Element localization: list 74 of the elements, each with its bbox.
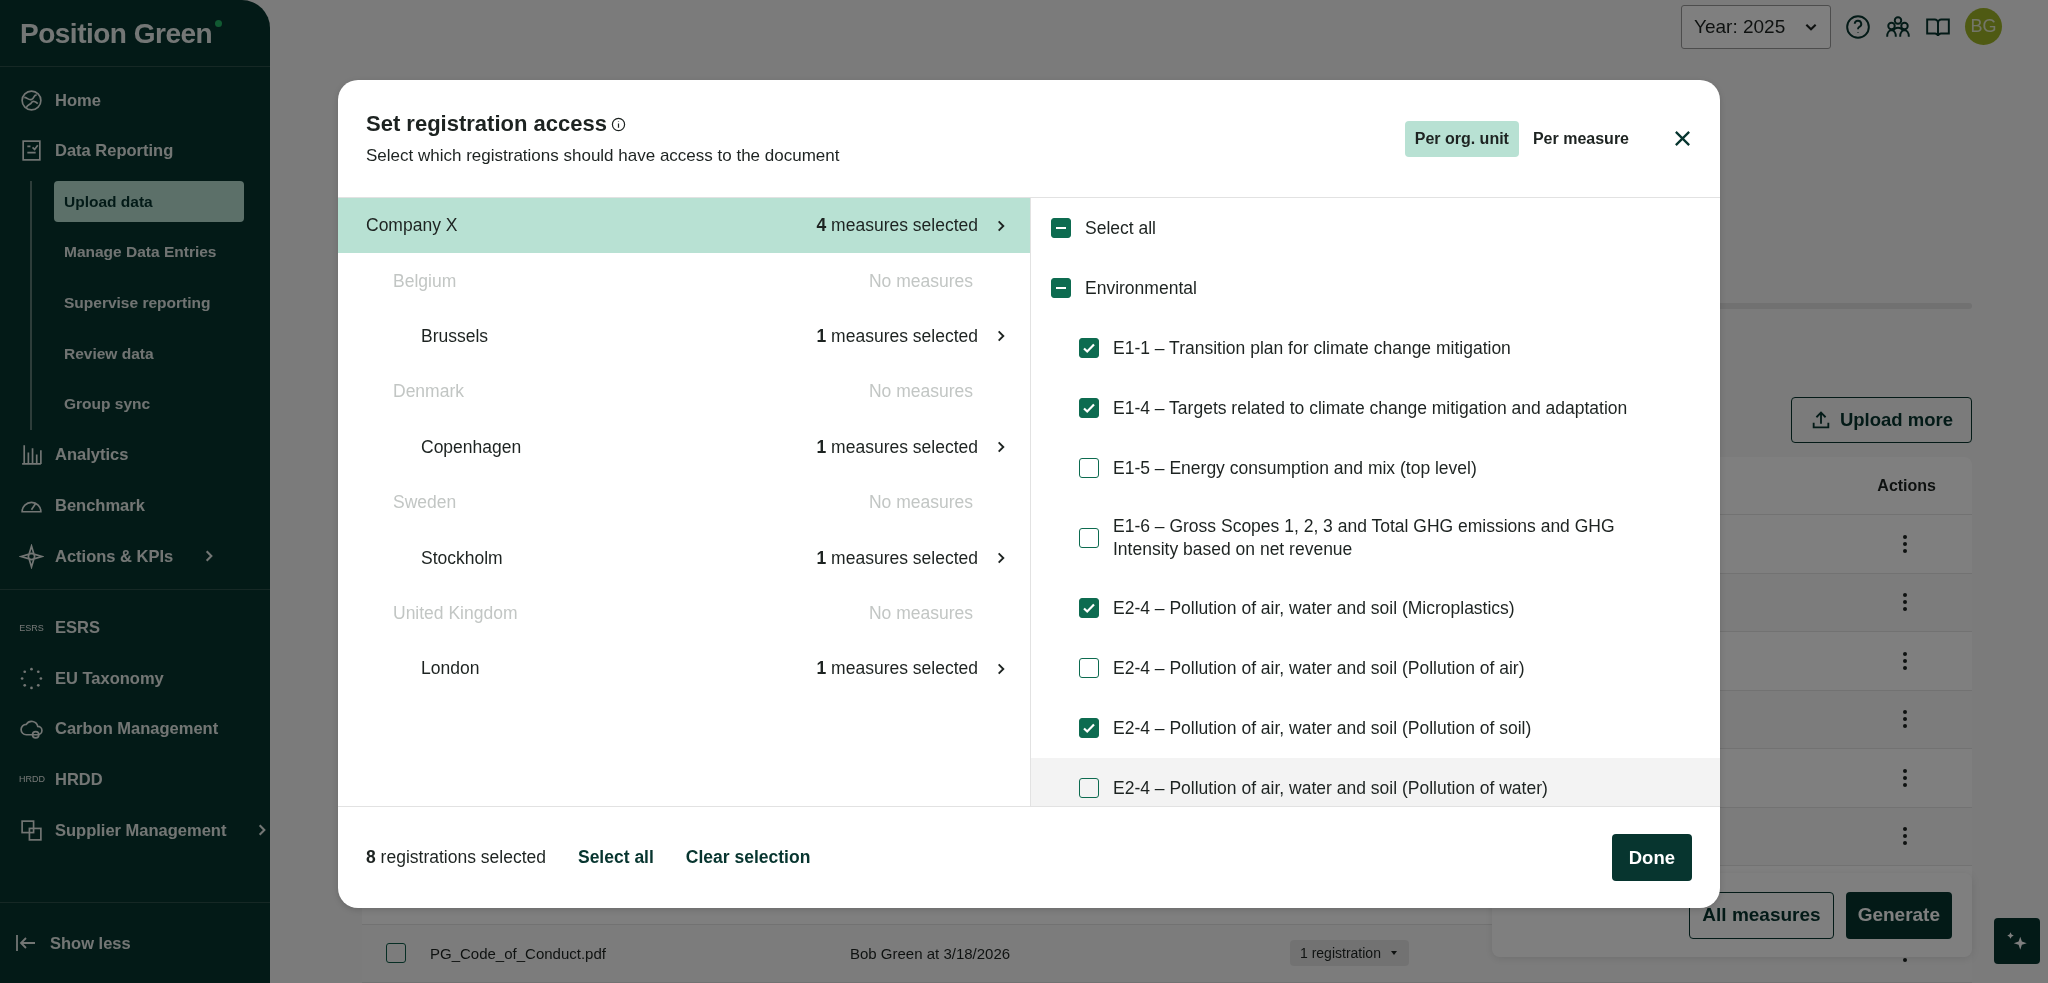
nav-subitem[interactable]: Manage Data Entries — [54, 227, 244, 278]
checkbox-label: E2-4 – Pollution of air, water and soil (Pollution of soil) — [1113, 716, 1532, 740]
measure-checkbox[interactable] — [1079, 398, 1099, 418]
uploaded-by: Bob Green at 3/18/2026 — [850, 944, 1012, 962]
nav-subitem[interactable]: Upload data — [54, 181, 244, 223]
file-name: PG_Code_of_Conduct.pdf — [430, 944, 607, 962]
upload-more-button[interactable]: Upload more — [1790, 397, 1972, 443]
footer-link[interactable]: Clear selection — [685, 847, 811, 868]
nav-subitem[interactable]: Group sync — [54, 378, 244, 430]
globe-icon — [19, 87, 44, 113]
ai-assistant-button[interactable] — [1994, 918, 2040, 964]
nav-badge-icon: HRDD — [19, 774, 44, 785]
show-less-button[interactable]: Show less — [0, 902, 270, 983]
info-icon[interactable] — [610, 116, 626, 132]
clipboard-icon — [19, 138, 44, 164]
checkbox-label: E1-5 – Energy consumption and mix (top level) — [1113, 456, 1477, 480]
measure-checkbox[interactable] — [1079, 338, 1099, 358]
bar-chart-icon — [19, 442, 44, 468]
nav-item[interactable]: Analytics — [0, 429, 270, 481]
group-checkbox[interactable] — [1051, 278, 1071, 298]
checkbox-label: Environmental — [1085, 276, 1197, 300]
people-icon[interactable] — [1885, 13, 1911, 40]
registrations-dropdown[interactable]: 1 registration — [1290, 940, 1409, 967]
more-icon[interactable] — [1902, 650, 1908, 671]
nav-item[interactable]: HRDD HRDD — [0, 754, 270, 805]
measure-checkbox[interactable] — [1079, 658, 1099, 678]
column-header: Actions — [1877, 476, 1936, 495]
checkbox-label: E2-4 – Pollution of air, water and soil (Pollution of water) — [1113, 776, 1548, 800]
row-checkbox[interactable] — [386, 943, 406, 964]
more-icon[interactable] — [1902, 826, 1908, 847]
squares-icon — [19, 817, 44, 843]
more-icon[interactable] — [1902, 709, 1908, 730]
nav-item[interactable]: Actions & KPIs — [0, 530, 270, 582]
nav-item[interactable]: Supplier Management — [0, 804, 270, 856]
dialog-subtitle: Select which registrations should have access to the document — [366, 146, 841, 166]
mode-toggle[interactable]: Per org. unit — [1404, 120, 1519, 157]
nav-item[interactable]: EU Taxonomy — [0, 652, 270, 704]
more-icon[interactable] — [1902, 767, 1908, 788]
nav-badge-icon: ESRS — [19, 622, 44, 633]
nav-item[interactable]: Benchmark — [0, 480, 270, 531]
nav-subitem[interactable]: Supervise reporting — [54, 277, 244, 329]
selection-summary: 8 registrations selected — [366, 847, 546, 868]
select-all-checkbox[interactable] — [1051, 218, 1071, 238]
close-icon[interactable] — [1673, 129, 1692, 148]
year-dropdown[interactable]: Year: 2025 — [1681, 4, 1831, 49]
checkbox-label: Select all — [1085, 216, 1156, 240]
help-icon[interactable] — [1845, 13, 1871, 40]
logo[interactable]: Position Green — [20, 15, 223, 51]
dialog-title: Set registration access — [366, 111, 607, 137]
more-icon[interactable] — [1902, 533, 1908, 554]
checkbox-label: E1-1 – Transition plan for climate change mitigation — [1113, 336, 1511, 360]
checkbox-label: E2-4 – Pollution of air, water and soil (Pollution of air) — [1113, 656, 1525, 680]
nav-subitem[interactable]: Review data — [54, 328, 244, 379]
nav-item[interactable]: Home — [0, 75, 270, 126]
measure-checkbox[interactable] — [1079, 598, 1099, 618]
all-measures-button[interactable]: All measures — [1689, 891, 1834, 939]
checkbox-label: E2-4 – Pollution of air, water and soil (Microplastics) — [1113, 596, 1515, 620]
measure-checkbox[interactable] — [1079, 718, 1099, 738]
star-circle-icon — [19, 665, 44, 691]
done-button[interactable]: Done — [1611, 834, 1692, 881]
measure-checkbox[interactable] — [1079, 528, 1099, 548]
footer-link[interactable]: Select all — [577, 847, 654, 868]
nav-item[interactable]: Carbon Management — [0, 703, 270, 755]
measure-checkbox[interactable] — [1079, 778, 1099, 798]
checkbox-label: E1-6 – Gross Scopes 1, 2, 3 and Total GHG emissions and GHG Intensity based on net revenue — [1113, 515, 1616, 561]
checkbox-label: E1-4 – Targets related to climate change mitigation and adaptation — [1113, 396, 1628, 420]
compass-star-icon — [19, 543, 44, 569]
mode-toggle[interactable]: Per measure — [1522, 120, 1639, 157]
nav-item[interactable]: ESRS ESRS — [0, 602, 270, 653]
measure-checkbox[interactable] — [1079, 458, 1099, 478]
org-unit-row[interactable]: Company X 4 measures selected — [338, 198, 1030, 254]
nav-item[interactable]: Data Reporting — [0, 125, 270, 177]
more-icon[interactable] — [1902, 592, 1908, 613]
generate-button[interactable]: Generate — [1845, 891, 1952, 939]
